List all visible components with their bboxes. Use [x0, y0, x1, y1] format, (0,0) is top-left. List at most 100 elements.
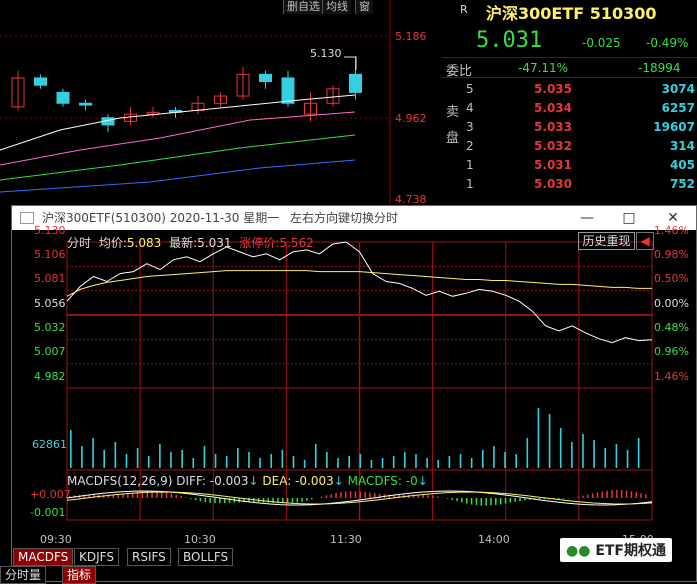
remove-watchlist-button[interactable]: 删自选: [283, 0, 323, 14]
macd-histogram-bar: [171, 494, 173, 498]
macd-histogram-bar: [200, 498, 202, 501]
ask-level: 3: [466, 118, 474, 136]
app-icon: [20, 212, 34, 224]
macd-histogram-bar: [558, 498, 560, 499]
candle-body: [57, 92, 69, 103]
volume-bar: [515, 454, 517, 468]
macd-histogram-bar: [355, 491, 357, 498]
macd-macdfs: MACDFS: -0: [348, 474, 418, 488]
macd-legend: MACDFS(12,26,9) DIFF: -0.003↓ DEA: -0.00…: [67, 474, 428, 488]
ask-level: 4: [466, 99, 474, 117]
macd-histogram-bar: [563, 498, 565, 499]
macd-histogram-bar: [326, 495, 328, 498]
macd-histogram-bar: [500, 498, 502, 504]
candle-body: [282, 78, 294, 103]
macd-histogram-bar: [626, 491, 628, 498]
window-titlebar[interactable]: 沪深300ETF(510300) 2020-11-30 星期一 左右方向键切换分…: [12, 206, 696, 230]
volume-bar: [527, 438, 529, 468]
ask-price: 5.030: [502, 175, 572, 193]
macd-histogram-bar: [340, 492, 342, 498]
macd-histogram-bar: [422, 495, 424, 498]
high-marker-label: 5.130: [310, 47, 342, 60]
candle-body: [350, 74, 362, 92]
ask-level: 2: [466, 137, 474, 155]
tab-fenshi-volume[interactable]: 分时量: [0, 566, 46, 584]
macd-histogram-bar: [539, 498, 541, 499]
ask-price: 5.035: [502, 80, 572, 98]
macd-histogram-bar: [476, 498, 478, 505]
y-left-label: 5.106: [34, 248, 66, 261]
macd-histogram-bar: [330, 494, 332, 498]
minimize-icon[interactable]: —: [572, 206, 602, 230]
volume-bar: [571, 442, 573, 468]
etf-logo: ●● ETF期权通: [560, 538, 672, 562]
macd-histogram-bar: [519, 498, 521, 501]
ask-price: 5.034: [502, 99, 572, 117]
tab-bollfs[interactable]: BOLLFS: [178, 548, 233, 566]
candle-body: [35, 78, 47, 85]
maximize-icon[interactable]: □: [614, 206, 644, 230]
intraday-chart-area: 分时 均价:5.083 最新:5.031 涨停价:5.562 历史重现 ◀ 5.…: [12, 230, 696, 581]
bg-price-label-top: 5.186: [395, 30, 427, 43]
ask-volume: 3074: [615, 80, 695, 98]
volume-bar: [304, 460, 306, 468]
r-marker: R: [460, 3, 468, 16]
ask-level: 5: [466, 80, 474, 98]
macd-histogram-bar: [597, 492, 599, 498]
macd-histogram-bar: [514, 498, 516, 502]
tab-macdfs[interactable]: MACDFS: [13, 548, 73, 566]
volume-bar: [504, 452, 506, 468]
macd-histogram-bar: [485, 498, 487, 506]
volume-bar: [237, 448, 239, 468]
macd-histogram-bar: [616, 490, 618, 498]
volume-bar: [315, 444, 317, 468]
macd-histogram-bar: [592, 493, 594, 498]
ask-row: 5 5.035 3074: [442, 80, 697, 98]
volume-bar: [382, 458, 384, 468]
macd-histogram-bar: [263, 498, 265, 502]
macd-macdfs-arrow-icon: ↓: [418, 474, 428, 488]
volume-bar: [638, 438, 640, 468]
macd-histogram-bar: [466, 498, 468, 504]
macd-histogram-bar: [180, 496, 182, 498]
volume-bar: [582, 434, 584, 468]
macd-histogram-bar: [577, 497, 579, 498]
macd-histogram-bar: [364, 492, 366, 498]
volume-bar: [471, 458, 473, 468]
volume-bar: [616, 444, 618, 468]
macd-histogram-bar: [432, 496, 434, 498]
macd-dea-arrow-icon: ↓: [334, 474, 344, 488]
volume-bar: [181, 450, 183, 468]
macd-histogram-bar: [451, 498, 453, 500]
volume-bar: [81, 446, 83, 468]
volume-bar: [449, 456, 451, 468]
chart-legend: 分时 均价:5.083 最新:5.031 涨停价:5.562: [67, 234, 318, 251]
macd-histogram-bar: [461, 498, 463, 502]
volume-bar: [404, 452, 406, 468]
collapse-arrow-icon[interactable]: ◀: [636, 232, 654, 250]
volume-bar: [159, 444, 161, 468]
tab-kdjfs[interactable]: KDJFS: [74, 548, 119, 566]
macd-histogram-bar: [611, 490, 613, 498]
y-right-label: 1.46%: [654, 370, 689, 383]
ask-row: 35.03319607: [442, 118, 697, 136]
tab-rsifs[interactable]: RSIFS: [127, 548, 171, 566]
window-button[interactable]: 窗: [355, 0, 373, 14]
macd-histogram-bar: [573, 497, 575, 498]
ask-price: 5.031: [502, 156, 572, 174]
macd-histogram-bar: [442, 497, 444, 498]
tab-indicator[interactable]: 指标: [62, 566, 96, 584]
history-replay-button[interactable]: 历史重现: [578, 232, 635, 250]
ask-volume: 19607: [615, 118, 695, 136]
ask-price: 5.032: [502, 137, 572, 155]
moving-average-button[interactable]: 均线: [322, 0, 351, 14]
macd-histogram-bar: [602, 491, 604, 498]
macd-histogram-bar: [481, 498, 483, 506]
macd-histogram-bar: [229, 498, 231, 503]
volume-bar: [360, 454, 362, 468]
volume-bar: [415, 454, 417, 468]
volume-bar: [137, 448, 139, 468]
y-right-label: 0.00%: [654, 297, 689, 310]
macd-histogram-bar: [345, 492, 347, 498]
y-right-label: 0.50%: [654, 272, 689, 285]
